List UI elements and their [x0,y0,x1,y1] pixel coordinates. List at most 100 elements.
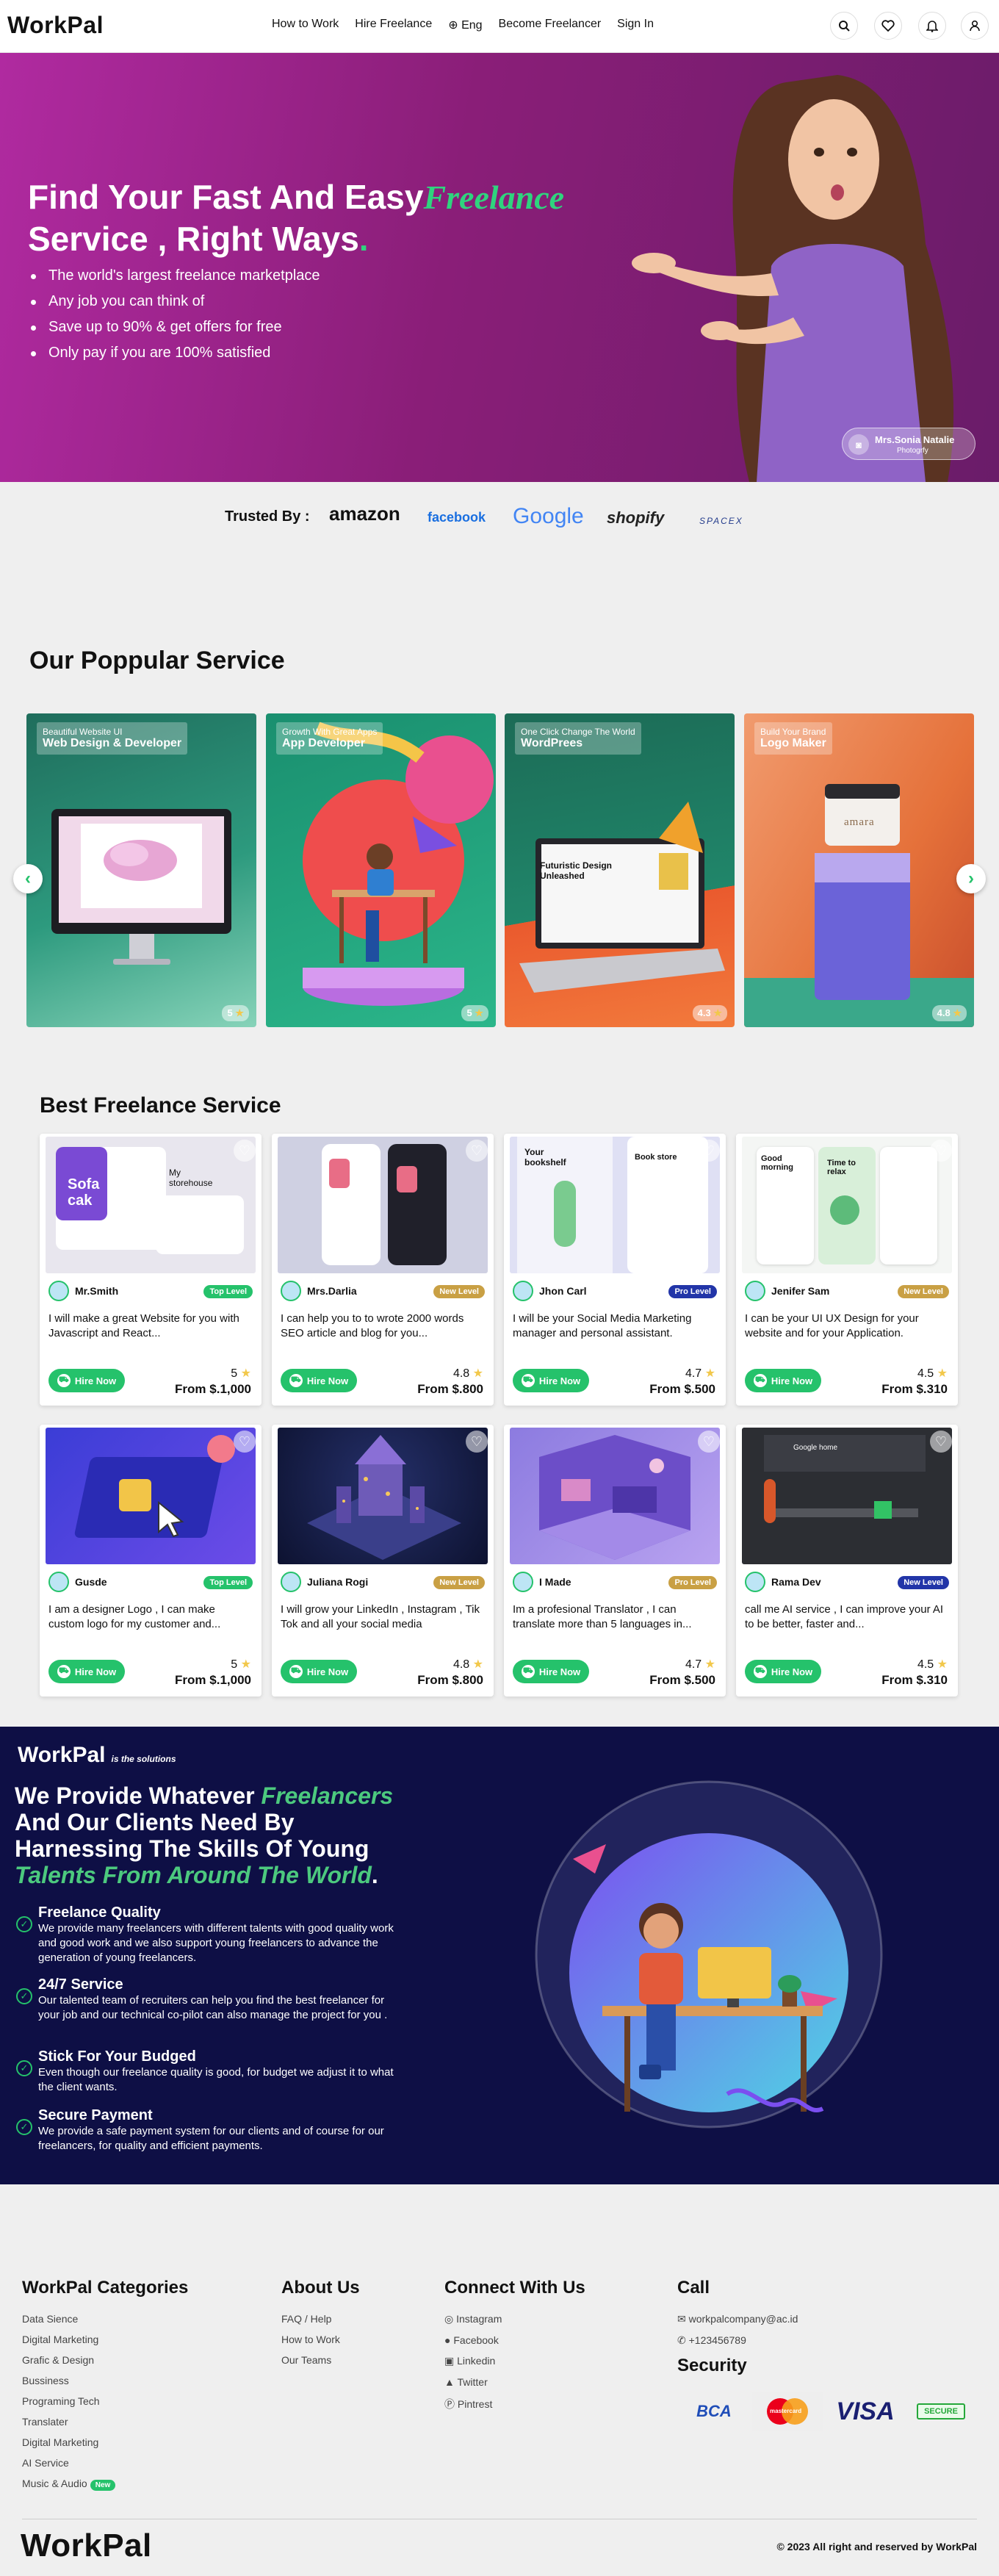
freelance-card[interactable]: ♡ Mrs.Darlia New Level I can help you to… [272,1134,494,1406]
footer-link[interactable]: Bussiness [22,2375,188,2386]
freelancer-info[interactable]: Rama Dev [745,1572,821,1592]
popular-card-subtitle: One Click Change The World [521,727,635,737]
freelance-card[interactable]: Your bookshelf Book store ♡ Jhon Carl Pr… [504,1134,726,1406]
nav-language[interactable]: ⊕ Eng [448,18,482,32]
social-facebook[interactable]: ● Facebook [444,2334,585,2346]
favorite-toggle[interactable]: ♡ [466,1140,488,1162]
hire-now-button[interactable]: ⛟ Hire Now [48,1660,125,1683]
footer-link-label: Music & Audio [22,2478,87,2489]
footer-link-music[interactable]: Music & Audio New [22,2478,188,2491]
favorites-button[interactable] [874,12,902,40]
hire-now-button[interactable]: ⛟ Hire Now [513,1369,589,1392]
social-instagram[interactable]: ◎ Instagram [444,2313,585,2325]
popular-card-logo-maker[interactable]: amara Build Your Brand Logo Maker 4.8 ★ [744,713,974,1027]
photographer-badge[interactable]: ◙ Mrs.Sonia Natalie Photogrfy [842,428,975,460]
favorite-toggle[interactable]: ♡ [698,1431,720,1453]
heart-icon: ♡ [702,1433,715,1449]
popular-card-title: Logo Maker [760,737,826,749]
search-button[interactable] [830,12,858,40]
freelance-card[interactable]: Google home ♡ Rama Dev New Level call me… [736,1425,958,1697]
hire-now-button[interactable]: ⛟ Hire Now [745,1660,821,1683]
social-pinterest[interactable]: Ⓟ Pintrest [444,2397,585,2411]
favorite-toggle[interactable]: ♡ [930,1140,952,1162]
footer-link[interactable]: Grafic & Design [22,2354,188,2366]
freelance-card[interactable]: ♡ Gusde Top Level I am a designer Logo ,… [40,1425,262,1697]
freelancer-info[interactable]: I Made [513,1572,571,1592]
level-badge: Pro Level [668,1576,717,1589]
footer-link[interactable]: FAQ / Help [281,2313,360,2325]
nav-hire-freelance[interactable]: Hire Freelance [355,18,432,32]
social-linkedin[interactable]: ▣ Linkedin [444,2355,585,2367]
carousel-next-button[interactable]: › [956,864,986,893]
footer-link[interactable]: Our Teams [281,2354,360,2366]
footer-link[interactable]: Translater [22,2416,188,2428]
hire-now-label: Hire Now [771,1666,813,1677]
footer-logo[interactable]: WorkPal [21,2528,152,2564]
hire-now-button[interactable]: ⛟ Hire Now [281,1369,357,1392]
solutions-tagline: is the solutions [111,1754,176,1764]
rating-value: 5 [231,1658,238,1671]
notifications-button[interactable] [918,12,946,40]
favorite-toggle[interactable]: ♡ [466,1431,488,1453]
footer-link[interactable]: How to Work [281,2334,360,2345]
contact-phone[interactable]: ✆ +123456789 [677,2334,798,2347]
cart-icon: ⛟ [521,1374,535,1387]
heading-accent: Freelancers [261,1782,394,1809]
freelancer-info[interactable]: Jenifer Sam [745,1281,829,1301]
room-illustration [539,1435,690,1560]
nav-sign-in[interactable]: Sign In [617,18,654,32]
freelancer-name: Jenifer Sam [771,1285,830,1297]
freelance-card[interactable]: Sofa cak My storehouse ♡ Mr.Smith Top Le… [40,1134,262,1406]
cart-icon: ⛟ [289,1665,303,1678]
heart-icon: ♡ [238,1433,251,1449]
service-description: I am a designer Logo , I can make custom… [48,1603,221,1630]
heart-icon: ♡ [934,1433,948,1449]
footer-about-title: About Us [281,2278,360,2298]
logo[interactable]: WorkPal [7,12,104,39]
social-twitter[interactable]: ▲ Twitter [444,2376,585,2388]
carousel-prev-button[interactable]: ‹ [13,864,43,893]
service-description: I will make a great Website for you with… [48,1312,239,1339]
solutions-section: WorkPal is the solutions We Provide Whate… [0,1727,999,2184]
service-price: From $.500 [649,1382,715,1396]
hire-now-button[interactable]: ⛟ Hire Now [281,1660,357,1683]
contact-email[interactable]: ✉ workpalcompany@ac.id [677,2313,798,2325]
footer-link[interactable]: Digital Marketing [22,2334,188,2345]
avatar [48,1572,69,1592]
nav-how-to-work[interactable]: How to Work [272,18,339,32]
freelance-card[interactable]: ♡ I Made Pro Level Im a profesional Tran… [504,1425,726,1697]
freelancer-info[interactable]: Mrs.Darlia [281,1281,357,1301]
freelancer-info[interactable]: Mr.Smith [48,1281,118,1301]
heart-icon: ♡ [470,1143,483,1158]
photographer-role: Photogrfy [897,447,928,455]
freelancer-info[interactable]: Gusde [48,1572,107,1592]
footer-link[interactable]: Data Sience [22,2313,188,2325]
footer-link[interactable]: Digital Marketing [22,2436,188,2448]
profile-button[interactable] [961,12,989,40]
nav-become-freelancer[interactable]: Become Freelancer [499,18,602,32]
hire-now-label: Hire Now [771,1375,813,1386]
favorite-toggle[interactable]: ♡ [930,1431,952,1453]
hire-now-button[interactable]: ⛟ Hire Now [513,1660,589,1683]
favorite-toggle[interactable]: ♡ [698,1140,720,1162]
hire-now-button[interactable]: ⛟ Hire Now [745,1369,821,1392]
heading-dot: . [371,1862,378,1888]
popular-card-web-design[interactable]: Beautiful Website UI Web Design & Develop… [26,713,256,1027]
freelance-card[interactable]: ♡ Juliana Rogi New Level I will grow you… [272,1425,494,1697]
footer-link[interactable]: AI Service [22,2457,188,2469]
favorite-toggle[interactable]: ♡ [234,1431,256,1453]
popular-card-app-developer[interactable]: Growth With Great Apps App Developer 5 ★ [266,713,496,1027]
favorite-toggle[interactable]: ♡ [234,1140,256,1162]
freelancer-info[interactable]: Jhon Carl [513,1281,587,1301]
mastercard-circles: mastercard [767,2398,808,2425]
freelance-card-image: Google home [742,1428,952,1564]
popular-card-wordpress[interactable]: Futuristic Design Unleashed One Click Ch… [505,713,735,1027]
freelance-card[interactable]: Good morning Time to relax ♡ Jenifer Sam… [736,1134,958,1406]
hire-now-label: Hire Now [538,1375,581,1386]
hire-now-button[interactable]: ⛟ Hire Now [48,1369,125,1392]
footer-link[interactable]: Programing Tech [22,2395,188,2407]
freelancer-info[interactable]: Juliana Rogi [281,1572,368,1592]
payment-secure-logo: SECURE [908,2392,974,2431]
popular-card-title: WordPrees [521,737,583,749]
level-badge: New Level [898,1576,949,1589]
